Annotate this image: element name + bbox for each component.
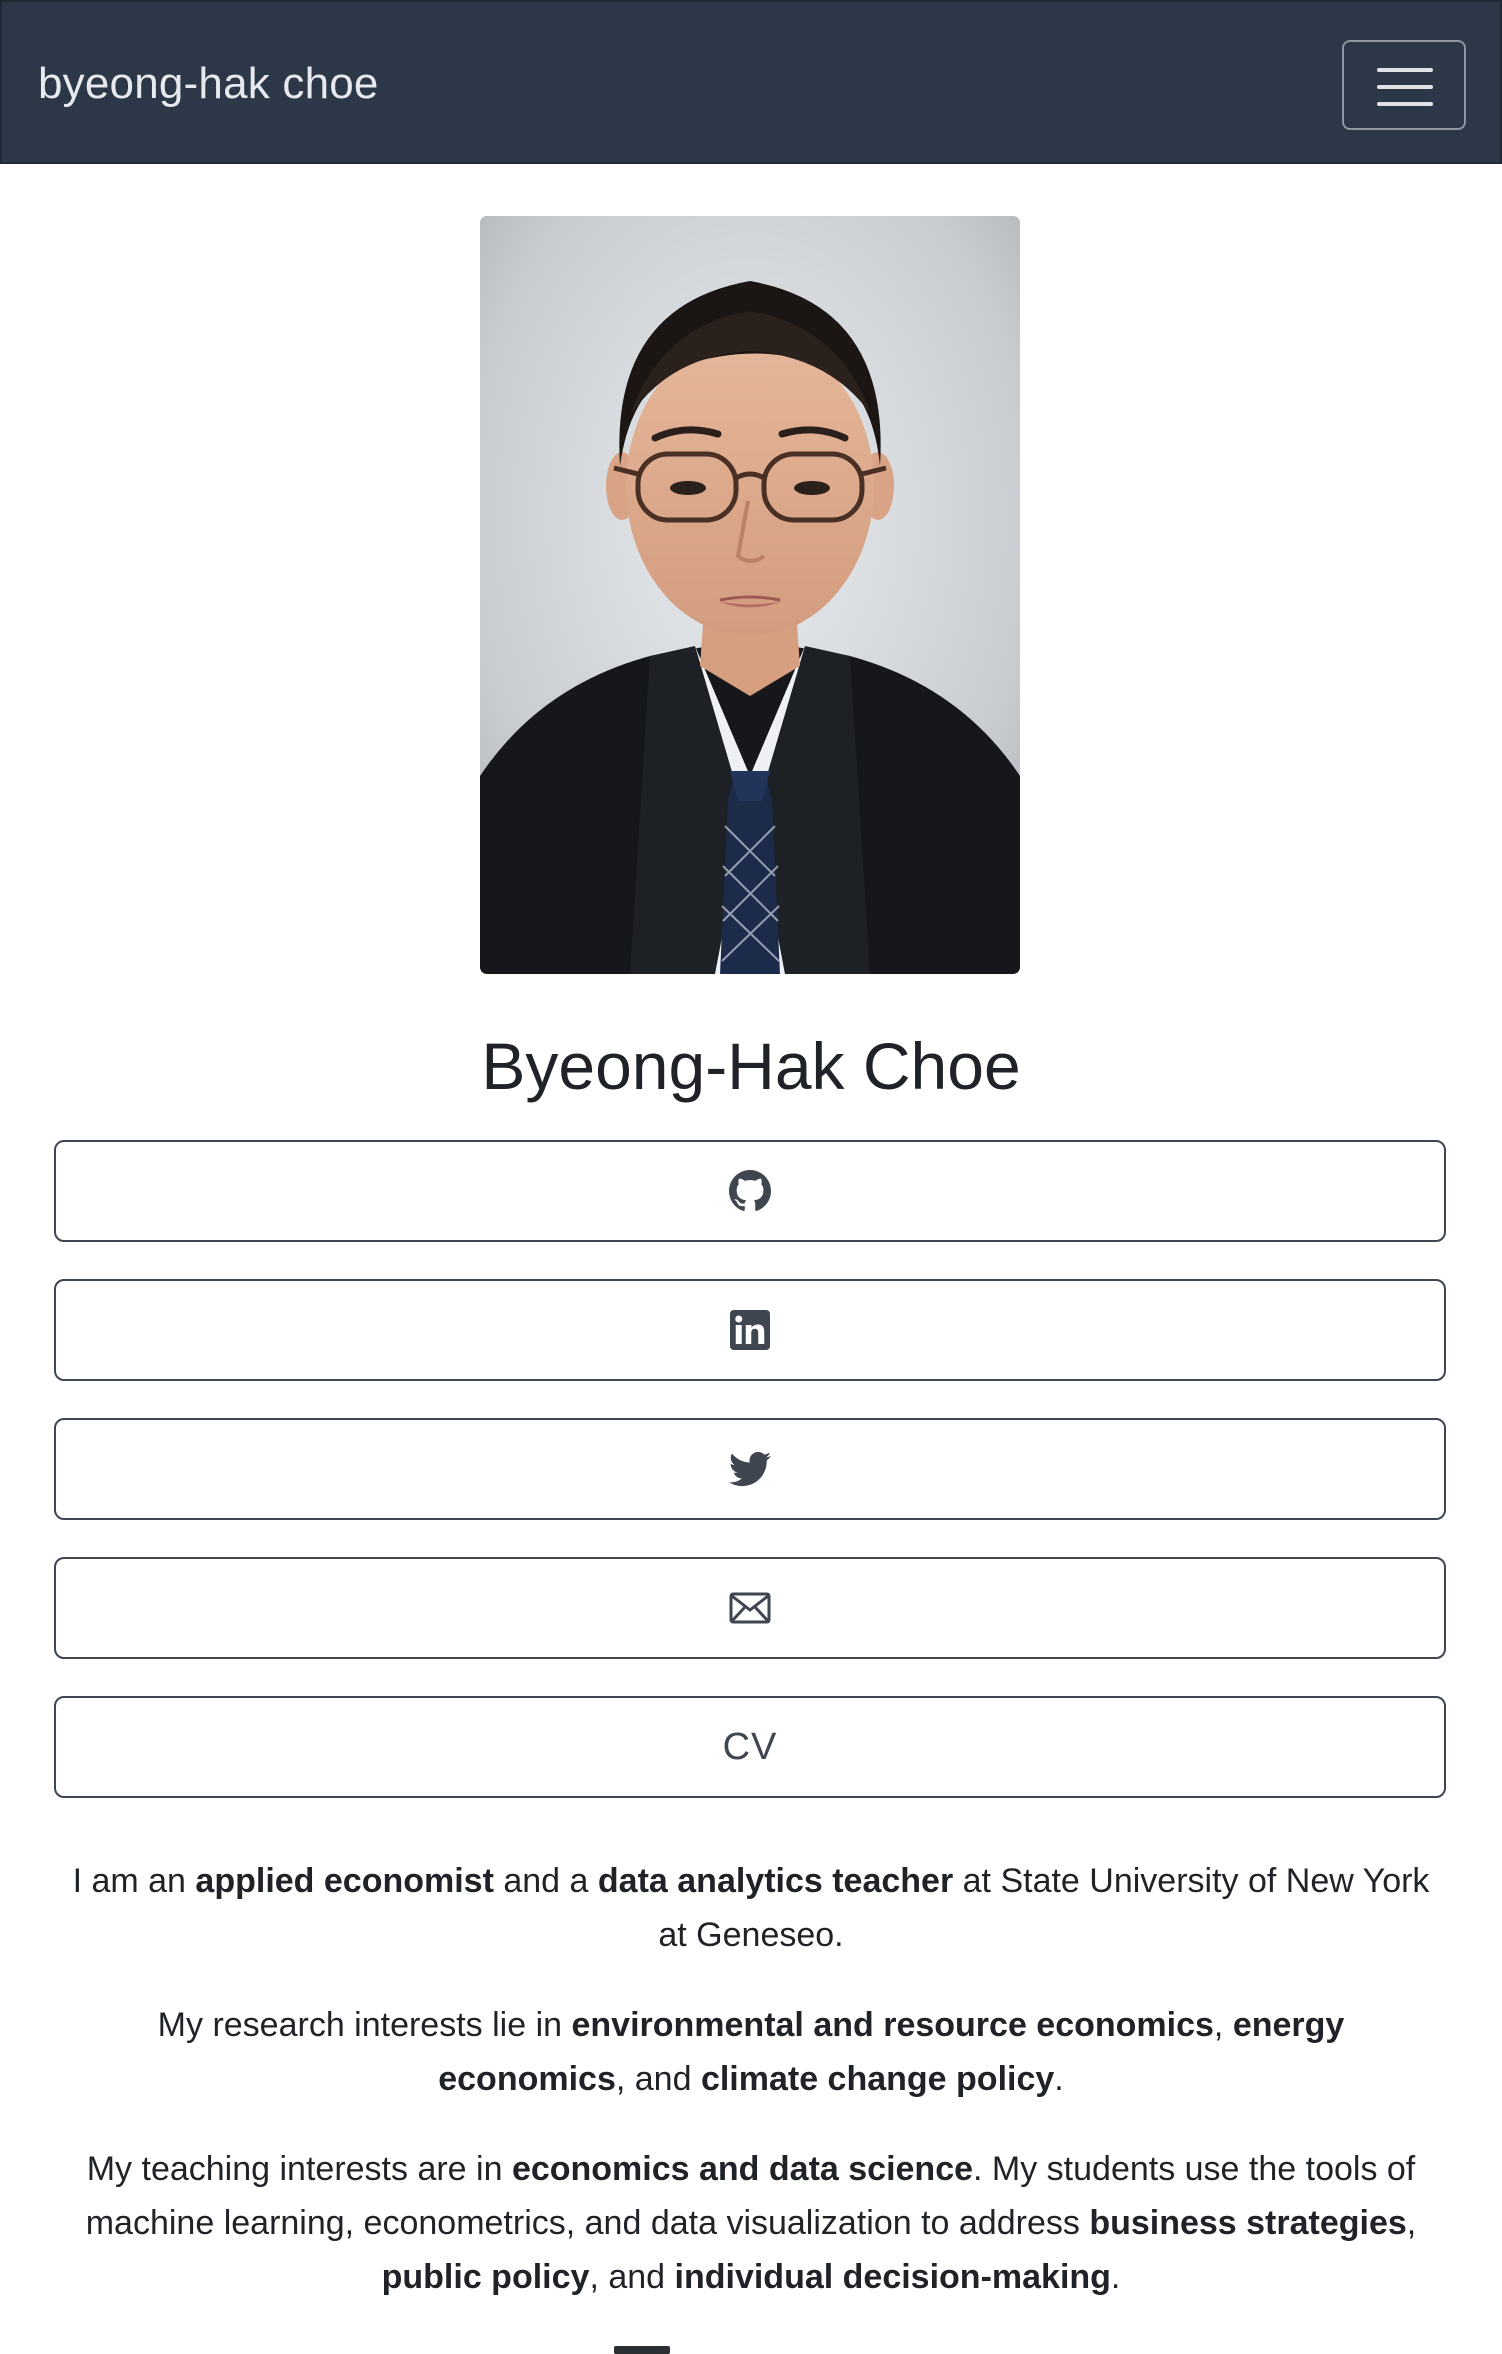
github-icon <box>729 1170 771 1212</box>
profile-photo <box>480 216 1020 974</box>
hamburger-menu-icon <box>1377 68 1433 72</box>
profile-name: Byeong-Hak Choe <box>481 1029 1021 1103</box>
hamburger-menu-icon <box>1377 85 1433 89</box>
envelope-icon <box>729 1592 771 1624</box>
linkedin-icon <box>730 1310 770 1350</box>
email-link-button[interactable] <box>54 1557 1446 1659</box>
hamburger-menu-icon <box>1377 102 1433 106</box>
cv-label: CV <box>722 1725 778 1768</box>
bio-paragraph-teaching: My teaching interests are in economics a… <box>85 2150 1417 2296</box>
github-link-button[interactable] <box>54 1140 1446 1242</box>
bio-paragraph-role: I am an applied economist and a data ana… <box>72 1862 1430 1954</box>
navbar: byeong-hak choe <box>0 0 1502 164</box>
cut-off-content <box>614 2346 670 2354</box>
twitter-link-button[interactable] <box>54 1418 1446 1520</box>
navbar-toggle-button[interactable] <box>1342 40 1466 130</box>
linkedin-link-button[interactable] <box>54 1279 1446 1381</box>
twitter-icon <box>729 1451 771 1487</box>
cv-link-button[interactable]: CV <box>54 1696 1446 1798</box>
bio-paragraph-research: My research interests lie in environment… <box>157 2006 1345 2098</box>
site-brand-link[interactable]: byeong-hak choe <box>38 56 379 112</box>
